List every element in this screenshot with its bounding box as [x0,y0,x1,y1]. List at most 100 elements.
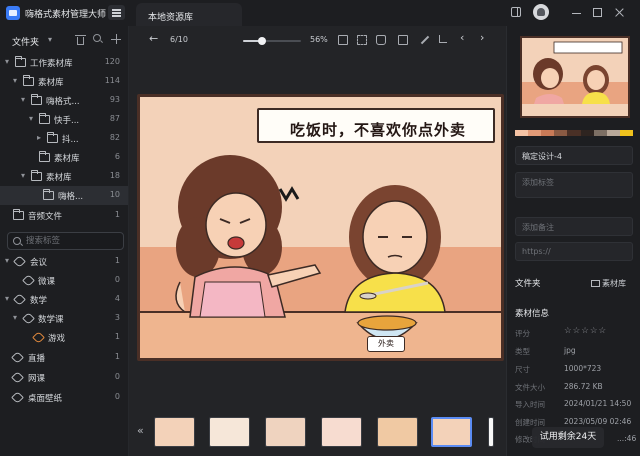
add-folder-icon[interactable] [111,34,122,45]
tag-game[interactable]: 游戏 1 [0,328,128,347]
color-swatch[interactable] [541,130,555,136]
minimize-icon[interactable] [571,7,583,19]
rating-stars[interactable]: ☆☆☆☆☆ [564,326,607,336]
folder-icon [23,75,34,86]
folder-count: 6 [114,152,120,161]
type-label: 类型 [515,347,530,356]
url-field[interactable]: https:// [515,242,633,261]
trial-badge[interactable]: 试用剩余24天 [532,427,604,448]
tag-math-class[interactable]: ▾ 数学课 3 [0,309,128,328]
tag-count: 0 [114,372,120,381]
folder-icon [15,56,26,67]
chevron-down-icon[interactable]: ▾ [13,313,17,322]
chevron-down-icon[interactable]: ▾ [21,171,25,180]
scroll-left-icon[interactable]: « [137,424,144,437]
folder-kuaishou[interactable]: ▾ 快手... 87 [0,110,128,129]
tag-icon [11,351,24,364]
color-swatch[interactable] [528,130,542,136]
close-icon[interactable] [614,7,626,19]
next-image-icon[interactable]: › [480,31,484,44]
thumbnail[interactable] [488,417,494,447]
zoom-slider[interactable] [243,37,301,45]
tag-livestream[interactable]: 直播 1 [0,348,128,367]
folder-count: 114 [104,76,120,85]
thumbnail-active[interactable] [431,417,472,447]
chevron-down-icon[interactable]: ▾ [21,95,25,104]
chevron-down-icon[interactable]: ▾ [5,57,9,66]
page-indicator: 6/10 [170,35,188,44]
maximize-icon[interactable] [592,7,604,19]
folder-material-library-3[interactable]: ▾ 素材库 18 [0,167,128,186]
tag-icon [32,331,45,344]
dimensions-label: 尺寸 [515,365,530,374]
folder-work-library[interactable]: ▾ 工作素材库 120 [0,53,128,72]
fit-screen-icon[interactable] [338,35,348,45]
tag-microlesson[interactable]: 微课 0 [0,271,128,290]
folder-link[interactable]: 素材库 [591,278,626,289]
app-logo-icon [6,6,20,20]
tab-local-library[interactable]: 本地资源库 [136,3,242,26]
app-title: 嗨格式素材管理大师 [25,10,107,20]
tag-search-box[interactable] [7,232,124,250]
tag-icon [11,371,24,384]
folder-material-library[interactable]: ▾ 素材库 114 [0,72,128,91]
image-preview[interactable]: 吃饭时，不喜欢你点外卖 外卖 [137,94,504,361]
thumbnail[interactable] [265,417,306,447]
back-arrow-icon[interactable]: ← [149,32,158,45]
color-swatch[interactable] [619,130,633,136]
trash-icon[interactable] [75,34,86,45]
tag-label: 直播 [28,354,46,364]
chevron-down-icon[interactable]: ▾ [5,256,9,265]
folder-count: 1 [114,210,120,219]
folder-label: 抖... [62,135,79,145]
tag-online-class[interactable]: 网课 0 [0,368,128,387]
name-field[interactable]: 稿定设计-4 [515,146,633,165]
folder-higeshi[interactable]: ▾ 嗨格式... 93 [0,91,128,110]
chevron-down-icon[interactable]: ▾ [13,76,17,85]
color-swatch[interactable] [515,130,529,136]
color-swatch[interactable] [567,130,581,136]
avatar[interactable] [533,4,549,20]
dimensions-value: 1000*723 [564,364,602,373]
tag-math[interactable]: ▾ 数学 4 [0,290,128,309]
chevron-down-icon[interactable]: ▾ [29,114,33,123]
tag-search-input[interactable] [26,235,120,247]
thumbnail[interactable] [154,417,195,447]
comic-caption-text: 吃饭时，不喜欢你点外卖 [289,121,466,139]
chevron-down-icon[interactable]: ▾ [48,35,52,44]
tag-icon [11,391,24,404]
color-swatch[interactable] [606,130,620,136]
folder-material-library-2[interactable]: 素材库 6 [0,148,128,167]
menu-button[interactable] [108,5,125,20]
color-swatch[interactable] [593,130,607,136]
tag-count: 0 [114,392,120,401]
thumbnail[interactable] [209,417,250,447]
folder-icon [13,209,24,220]
flip-icon[interactable] [398,35,408,45]
collapse-panel-icon[interactable] [511,7,523,19]
edit-icon[interactable] [419,35,430,45]
previous-image-icon[interactable]: ‹ [460,31,464,44]
chevron-right-icon[interactable]: ▸ [37,133,41,142]
crop-icon[interactable] [439,35,449,45]
zoom-slider-handle[interactable] [257,37,266,45]
add-note-field[interactable]: 添加备注 [515,217,633,236]
color-swatch[interactable] [580,130,594,136]
folder-audio-files[interactable]: 音频文件 1 [0,206,128,225]
zoom-percent: 56% [310,35,328,44]
folders-header[interactable]: 文件夹 [12,35,39,48]
add-tag-field[interactable]: 添加标签 [515,172,633,198]
folder-douyin[interactable]: ▸ 抖... 82 [0,129,128,148]
actual-size-icon[interactable] [357,35,367,45]
rotate-icon[interactable] [376,35,386,45]
tag-wallpaper[interactable]: 桌面壁纸 0 [0,388,128,407]
chevron-down-icon[interactable]: ▾ [5,294,9,303]
folder-higeshi-selected[interactable]: 嗨格... 10 [0,186,128,205]
thumbnail[interactable] [321,417,362,447]
thumbnail[interactable] [377,417,418,447]
preview-thumbnail [520,36,630,118]
color-swatch[interactable] [554,130,568,136]
search-icon[interactable] [93,34,104,45]
tag-label: 数学 [30,296,48,306]
tag-meeting[interactable]: ▾ 会议 1 [0,252,128,271]
